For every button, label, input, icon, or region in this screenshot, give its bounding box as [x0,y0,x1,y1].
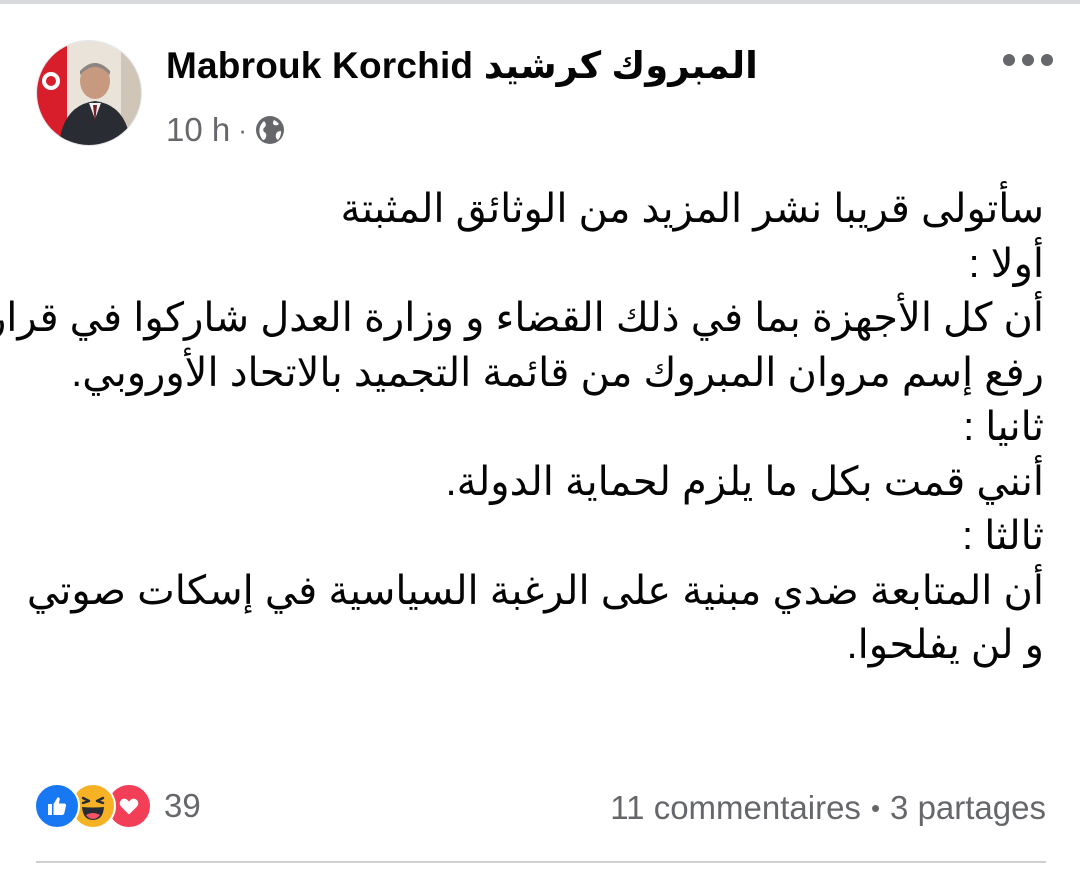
post-text-line: أولا : [968,241,1044,286]
shares-link[interactable]: 3 partages [890,789,1046,827]
meta-separator: · [238,114,247,145]
engagement-summary: 11 commentaires • 3 partages [610,786,1046,830]
top-divider [0,0,1080,4]
post-text-line: أنني قمت بكل ما يلزم لحماية الدولة. [445,459,1044,504]
profile-photo-avatar [37,41,141,145]
post-author-name[interactable]: Mabrouk Korchid المبروك كرشيد [166,44,758,87]
post-timestamp[interactable]: 10 h [166,111,230,149]
reactions-summary[interactable]: 39 [34,783,201,829]
post-text-line: ثانيا : [963,405,1044,449]
post-text-line: أن المتابعة ضدي مبنية على الرغبة السياسي… [26,568,1044,613]
post-meta: 10 h · [166,108,285,152]
author-avatar[interactable] [36,40,142,146]
post-text: سأتولى قريبا نشر المزيد من الوثائق المثب… [0,182,1045,673]
globe-icon[interactable] [255,115,285,145]
post-text-line: و لن يفلحوا. [846,623,1045,667]
post-text-line: ثالثا : [962,514,1044,558]
reaction-count: 39 [164,787,201,824]
post-text-line: سأتولى قريبا نشر المزيد من الوثائق المثب… [340,187,1044,231]
engagement-separator: • [870,792,881,823]
comments-link[interactable]: 11 commentaires [610,789,861,827]
post-text-line: رفع إسم مروان المبروك من قائمة التجميد ب… [71,350,1044,395]
more-options-button[interactable] [1000,44,1056,76]
bottom-divider [36,861,1046,863]
like-icon [34,783,80,829]
post-text-line: أن كل الأجهزة بما في ذلك القضاء و وزارة … [0,296,1044,340]
more-options-icon [1003,54,1053,66]
